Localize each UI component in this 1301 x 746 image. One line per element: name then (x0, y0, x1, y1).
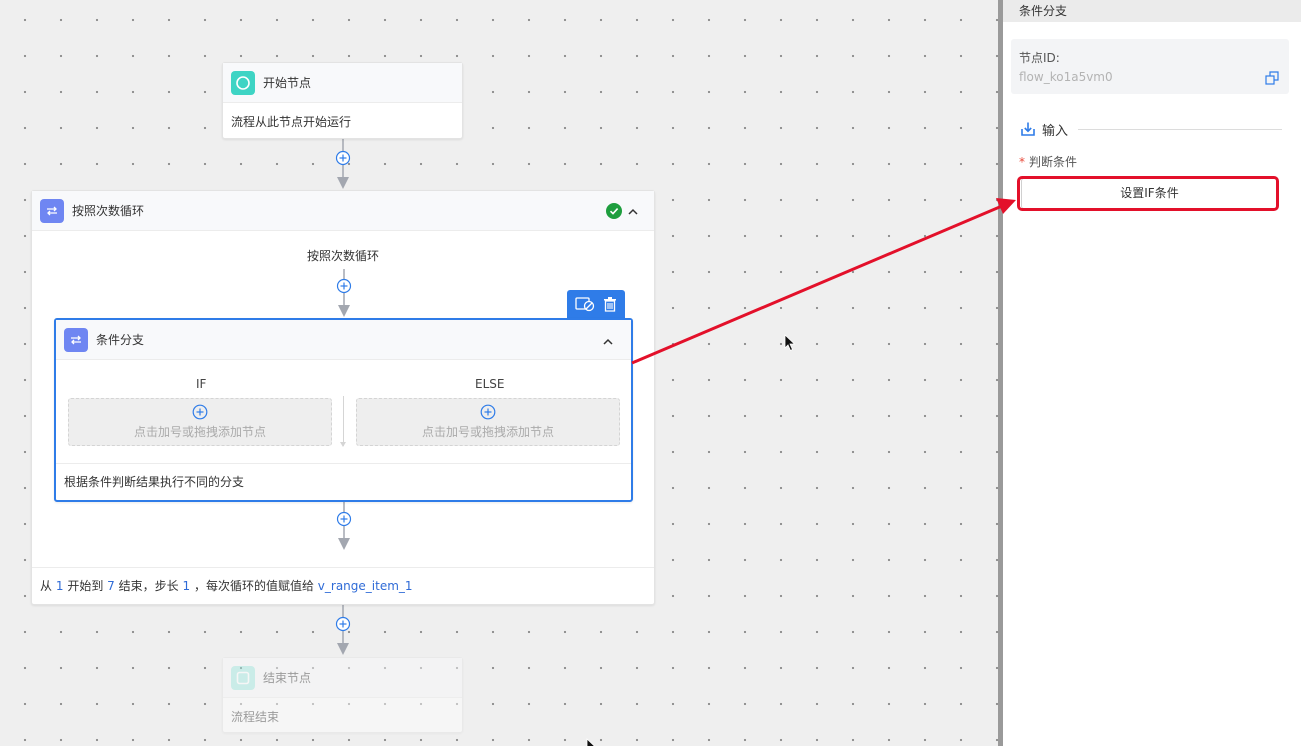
input-download-icon (1021, 122, 1035, 136)
condition-node-description: 根据条件判断结果执行不同的分支 (56, 463, 631, 500)
add-node-plus-icon[interactable] (480, 404, 496, 420)
start-node-header: 开始节点 (223, 63, 462, 103)
connector-loop-to-condition (336, 269, 352, 317)
branch-icon (64, 327, 88, 352)
end-node-description: 流程结束 (231, 710, 280, 724)
mouse-cursor-icon (586, 738, 595, 746)
else-add-hint: 点击加号或拖拽添加节点 (421, 425, 554, 439)
trash-icon[interactable] (602, 296, 618, 312)
node-toolbar (567, 290, 625, 318)
node-id-label: 节点ID: (1019, 51, 1060, 65)
mouse-cursor-icon (784, 334, 796, 352)
node-id-value: flow_ko1a5vm0 (1019, 70, 1113, 84)
start-circle-icon (231, 70, 255, 95)
copy-icon[interactable] (1265, 71, 1279, 85)
flow-canvas[interactable]: 开始节点 流程从此节点开始运行 按照次数循环 按照次数循环 从 1 开始到 7 … (0, 0, 998, 746)
disable-node-icon[interactable] (574, 296, 595, 312)
node-id-box: 节点ID: flow_ko1a5vm0 (1011, 39, 1289, 94)
condition-field-label: * 判断条件 (1019, 153, 1077, 170)
end-square-icon (231, 665, 255, 690)
panel-header-title: 条件分支 (1003, 0, 1301, 22)
condition-node-header: 条件分支 (56, 320, 631, 360)
branch-separator-arrow (340, 442, 346, 447)
loop-variable: v_range_item_1 (317, 579, 413, 593)
success-check-icon (606, 203, 622, 219)
required-mark: * (1019, 155, 1025, 169)
if-branch-label: IF (196, 377, 207, 391)
else-branch-label: ELSE (475, 377, 505, 391)
loop-node-header: 按照次数循环 (32, 191, 654, 231)
properties-panel: 条件分支 节点ID: flow_ko1a5vm0 输入 * 判断条件 设置IF条件 (1003, 0, 1301, 746)
end-node-title: 结束节点 (263, 671, 312, 685)
loop-center-label: 按照次数循环 (306, 249, 379, 263)
loop-footer-assign: ，每次循环的值赋值给 (193, 579, 314, 593)
if-branch-dropzone[interactable]: 点击加号或拖拽添加节点 (68, 398, 332, 446)
branch-separator (343, 396, 344, 446)
loop-icon (40, 198, 64, 223)
loop-footer-start-to: 开始到 (67, 579, 104, 593)
if-add-hint: 点击加号或拖拽添加节点 (133, 425, 266, 439)
loop-footer-from: 从 (40, 579, 53, 593)
loop-end-value: 7 (107, 579, 115, 593)
add-node-plus-icon[interactable] (192, 404, 208, 420)
condition-label-text: 判断条件 (1029, 155, 1078, 169)
loop-step-value: 1 (182, 579, 191, 593)
loop-footer: 从 1 开始到 7 结束，步长 1 ，每次循环的值赋值给 v_range_ite… (32, 567, 654, 604)
connector-condition-to-loop-end (336, 502, 352, 550)
start-node-description: 流程从此节点开始运行 (231, 115, 352, 129)
connector-loop-to-end (335, 605, 351, 655)
end-node[interactable]: 结束节点 流程结束 (222, 657, 463, 733)
set-if-condition-button[interactable]: 设置IF条件 (1021, 178, 1278, 209)
start-node[interactable]: 开始节点 流程从此节点开始运行 (222, 62, 463, 139)
loop-start-value: 1 (55, 579, 64, 593)
else-branch-dropzone[interactable]: 点击加号或拖拽添加节点 (356, 398, 620, 446)
start-node-title: 开始节点 (263, 76, 312, 90)
input-section-header: 输入 (1020, 120, 1282, 139)
end-node-header: 结束节点 (223, 658, 462, 698)
condition-node-title: 条件分支 (96, 333, 145, 347)
connector-start-to-loop (335, 139, 351, 189)
chevron-up-icon[interactable] (627, 206, 639, 218)
condition-node[interactable]: 条件分支 IF ELSE 点击加号或拖拽添加节点 点击加号或拖拽添加节点 根据条… (54, 318, 633, 502)
loop-footer-end: 结束，步长 (118, 579, 179, 593)
input-section-title: 输入 (1042, 123, 1069, 139)
section-divider-line (1078, 128, 1282, 130)
loop-node-title: 按照次数循环 (72, 204, 145, 218)
chevron-up-icon[interactable] (602, 336, 614, 348)
